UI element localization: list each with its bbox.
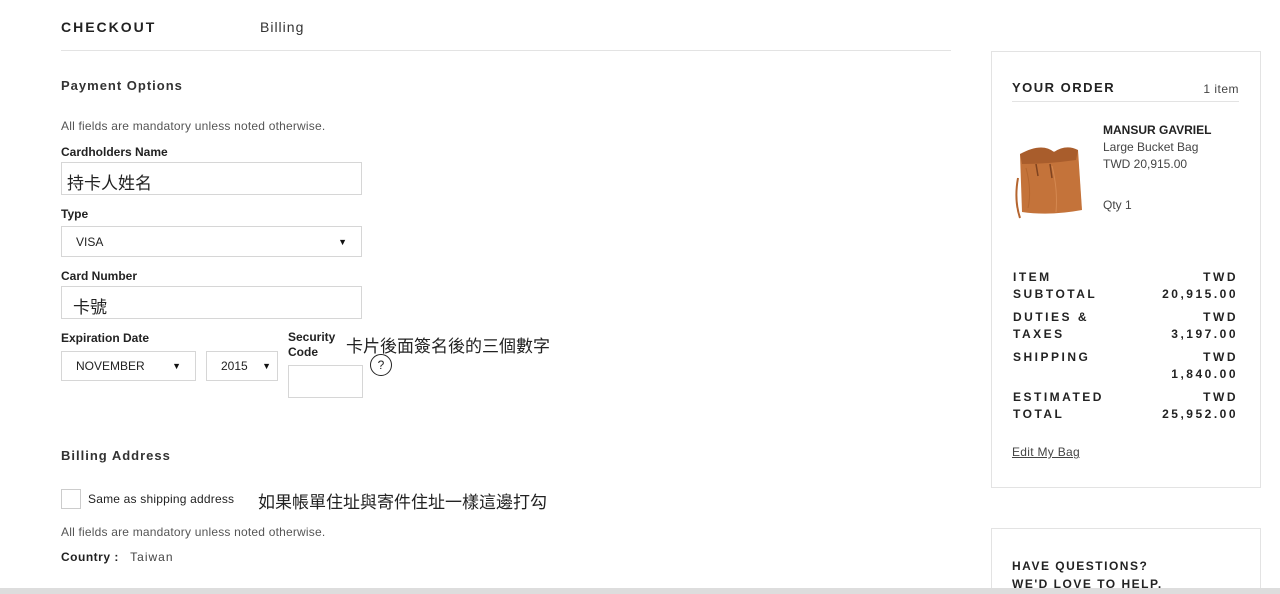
summary-row-subtotal: ITEM SUBTOTAL TWD 20,915.00 [1013,270,1238,301]
cardholder-label: Cardholders Name [61,145,168,159]
expiration-year-select[interactable]: 2015 ▼ [206,351,278,381]
caret-down-icon: ▼ [172,361,181,371]
payment-section-title: Payment Options [61,78,183,93]
same-as-shipping-checkbox[interactable] [61,489,81,509]
summary-row-shipping: SHIPPING TWD 1,840.00 [1013,350,1238,381]
summary-row-total: ESTIMATED TOTAL TWD 25,952.00 [1013,390,1238,421]
security-code-label: Security Code [288,330,336,359]
product-name: Large Bucket Bag [1103,140,1199,154]
page-title: CHECKOUT [61,19,157,35]
card-number-label: Card Number [61,269,138,283]
header-divider [61,50,951,51]
country-label: Country : [61,550,119,564]
product-brand[interactable]: MANSUR GAVRIEL [1103,123,1211,137]
checkout-step-label: Billing [260,19,305,35]
questions-panel: HAVE QUESTIONS? WE'D LOVE TO HELP. [991,528,1261,594]
help-question-icon[interactable]: ? [370,354,392,376]
payment-mandatory-note: All fields are mandatory unless noted ot… [61,119,326,133]
edit-my-bag-link[interactable]: Edit My Bag [1012,445,1080,459]
expiration-month-select[interactable]: NOVEMBER ▼ [61,351,196,381]
order-summary-table: ITEM SUBTOTAL TWD 20,915.00 DUTIES & TAXES … [1013,269,1238,429]
same-as-shipping-label[interactable]: Same as shipping address [88,492,234,506]
security-code-field[interactable] [288,365,363,398]
order-title: YOUR ORDER [1012,80,1116,95]
bucket-bag-image[interactable] [1012,120,1086,224]
product-price: TWD 20,915.00 [1103,157,1188,171]
order-divider [1012,101,1239,102]
card-type-select[interactable]: VISA ▼ [61,226,362,257]
security-code-annotation: 卡片後面簽名後的三個數字 [346,337,550,357]
order-summary-panel: YOUR ORDER 1 item MANSUR GAVRIEL Large B… [991,51,1261,488]
expiration-date-label: Expiration Date [61,331,150,345]
country-value: Taiwan [130,550,174,564]
card-type-label: Type [61,207,89,221]
billing-section-title: Billing Address [61,448,171,463]
cardholder-name-field[interactable]: 持卡人姓名 [61,162,362,195]
expiration-year-value: 2015 [221,359,248,373]
summary-row-duties: DUTIES & TAXES TWD 3,197.00 [1013,310,1238,341]
caret-down-icon: ▼ [338,236,347,247]
card-number-field[interactable]: 卡號 [61,286,362,319]
order-item-count: 1 item [1203,82,1239,96]
same-as-shipping-annotation: 如果帳單住址與寄件住址一樣這邊打勾 [258,493,547,513]
horizontal-scrollbar[interactable] [0,588,1280,594]
product-quantity: Qty 1 [1103,198,1132,212]
country-row: Country : Taiwan [61,550,174,564]
card-type-value: VISA [76,234,104,249]
billing-mandatory-note: All fields are mandatory unless noted ot… [61,525,326,539]
caret-down-icon: ▼ [262,361,271,371]
expiration-month-value: NOVEMBER [76,359,145,373]
